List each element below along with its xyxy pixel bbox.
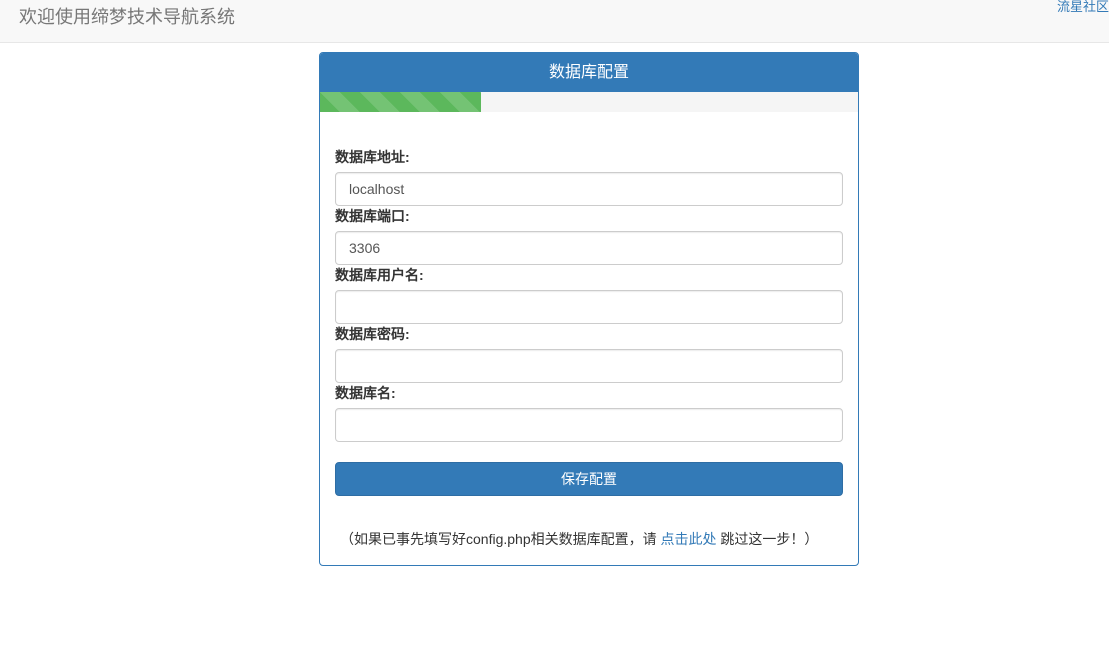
database-config-panel: 数据库配置 数据库地址: 数据库端口: 数据库用户名: 数据库密码: 数据库名:… — [319, 52, 859, 566]
db-user-label: 数据库用户名: — [335, 267, 424, 283]
db-port-input[interactable] — [335, 231, 843, 265]
skip-note-suffix: 跳过这一步！） — [716, 531, 819, 547]
db-name-label: 数据库名: — [335, 385, 396, 401]
db-password-label: 数据库密码: — [335, 326, 410, 342]
setup-progress — [320, 92, 858, 112]
setup-progress-bar — [320, 92, 482, 112]
skip-note-prefix: （如果已事先填写好config.php相关数据库配置，请 — [340, 531, 661, 547]
community-link[interactable]: 流星社区 — [1057, 0, 1109, 14]
db-password-input[interactable] — [335, 349, 843, 383]
db-host-label: 数据库地址: — [335, 149, 410, 165]
brand-title[interactable]: 欢迎使用缔梦技术导航系统 — [19, 6, 235, 28]
db-user-input[interactable] — [335, 290, 843, 324]
skip-step-note: （如果已事先填写好config.php相关数据库配置，请 点击此处 跳过这一步！… — [340, 529, 818, 549]
skip-step-link[interactable]: 点击此处 — [661, 531, 717, 547]
db-name-input[interactable] — [335, 408, 843, 442]
top-navbar: 欢迎使用缔梦技术导航系统 流星社区 — [0, 0, 1109, 43]
db-host-input[interactable] — [335, 172, 843, 206]
panel-title: 数据库配置 — [320, 53, 858, 92]
save-config-button[interactable]: 保存配置 — [335, 462, 843, 496]
db-port-label: 数据库端口: — [335, 208, 410, 224]
